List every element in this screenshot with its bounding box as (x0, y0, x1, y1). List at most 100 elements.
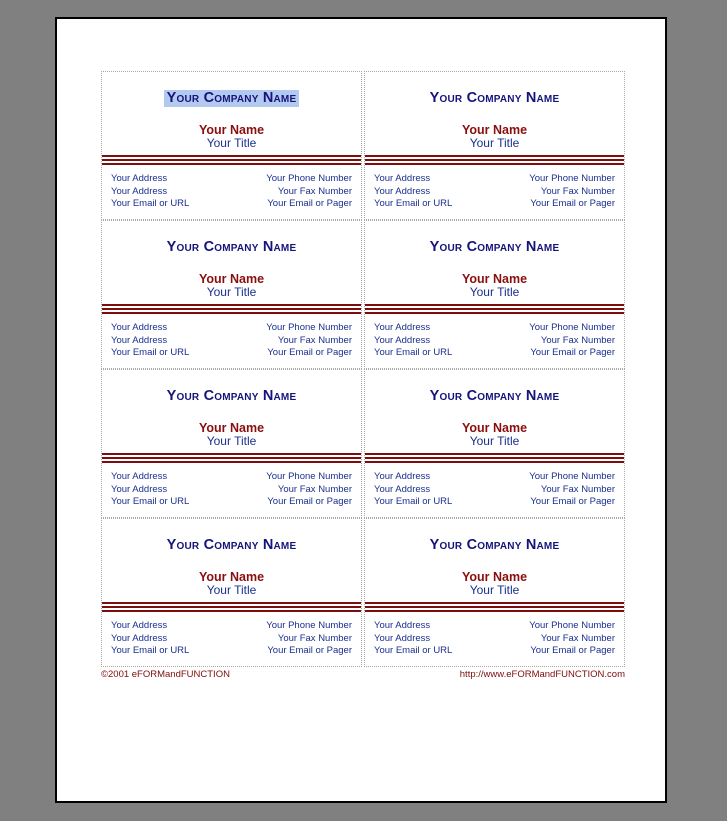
contact-line[interactable]: Your Phone Number (266, 322, 352, 335)
contact-line[interactable]: Your Address (374, 335, 452, 348)
divider-line (365, 163, 624, 165)
contact-line[interactable]: Your Phone Number (529, 620, 615, 633)
company-name-field[interactable]: Your Company Name (164, 537, 300, 554)
company-name-field[interactable]: Your Company Name (427, 90, 563, 107)
contact-line[interactable]: Your Phone Number (529, 173, 615, 186)
contact-line[interactable]: Your Address (111, 173, 189, 186)
contact-line[interactable]: Your Fax Number (266, 335, 352, 348)
contact-line[interactable]: Your Email or URL (374, 496, 452, 509)
contact-line[interactable]: Your Phone Number (266, 620, 352, 633)
company-name-field[interactable]: Your Company Name (427, 537, 563, 554)
business-card[interactable]: Your Company Name Your Name Your Title Your… (101, 220, 362, 369)
company-name-field[interactable]: Your Company Name (164, 388, 300, 405)
contact-line[interactable]: Your Fax Number (529, 633, 615, 646)
card-header-section: Your Company Name Your Name Your Title (365, 370, 624, 453)
contact-line[interactable]: Your Fax Number (266, 484, 352, 497)
contact-line[interactable]: Your Fax Number (529, 335, 615, 348)
divider-line (102, 461, 361, 463)
business-card[interactable]: Your Company Name Your Name Your Title Your… (101, 369, 362, 518)
company-name-field[interactable]: Your Company Name (427, 388, 563, 405)
contact-line[interactable]: Your Fax Number (266, 633, 352, 646)
contact-line[interactable]: Your Phone Number (266, 471, 352, 484)
business-card[interactable]: Your Company Name Your Name Your Title Your… (364, 518, 625, 667)
contact-line[interactable]: Your Address (374, 186, 452, 199)
person-name-field[interactable]: Your Name (102, 272, 361, 286)
contact-right-column: Your Phone Number Your Fax Number Your Ema… (266, 173, 352, 219)
person-name-field[interactable]: Your Name (365, 421, 624, 435)
footer-copyright: ©2001 eFORMandFUNCTION (101, 669, 230, 680)
person-name-field[interactable]: Your Name (365, 272, 624, 286)
contact-line[interactable]: Your Email or Pager (529, 496, 615, 509)
business-card[interactable]: Your Company Name Your Name Your Title Your… (364, 369, 625, 518)
card-contact-section: Your Address Your Address Your Email or UR… (365, 463, 624, 517)
divider-line (365, 308, 624, 310)
person-name-field[interactable]: Your Name (365, 570, 624, 584)
contact-line[interactable]: Your Email or Pager (266, 645, 352, 658)
company-name-field[interactable]: Your Company Name (427, 239, 563, 256)
person-name-field[interactable]: Your Name (102, 123, 361, 137)
contact-line[interactable]: Your Fax Number (529, 484, 615, 497)
contact-line[interactable]: Your Address (374, 633, 452, 646)
business-card[interactable]: Your Company Name Your Name Your Title Your… (364, 71, 625, 220)
contact-line[interactable]: Your Email or URL (374, 645, 452, 658)
contact-line[interactable]: Your Address (111, 484, 189, 497)
contact-right-column: Your Phone Number Your Fax Number Your Ema… (266, 322, 352, 368)
person-name-field[interactable]: Your Name (102, 570, 361, 584)
contact-line[interactable]: Your Phone Number (529, 471, 615, 484)
contact-line[interactable]: Your Fax Number (266, 186, 352, 199)
contact-line[interactable]: Your Email or URL (111, 347, 189, 360)
contact-line[interactable]: Your Email or Pager (529, 645, 615, 658)
business-card[interactable]: Your Company Name Your Name Your Title Your… (364, 220, 625, 369)
person-title-field[interactable]: Your Title (365, 434, 624, 448)
contact-line[interactable]: Your Email or Pager (266, 496, 352, 509)
contact-line[interactable]: Your Address (111, 633, 189, 646)
company-name-field[interactable]: Your Company Name (164, 239, 300, 256)
contact-line[interactable]: Your Email or URL (111, 198, 189, 211)
contact-line[interactable]: Your Address (111, 335, 189, 348)
divider-line (102, 602, 361, 604)
card-contact-section: Your Address Your Address Your Email or UR… (365, 314, 624, 368)
contact-line[interactable]: Your Email or URL (374, 347, 452, 360)
contact-line[interactable]: Your Email or URL (111, 645, 189, 658)
contact-line[interactable]: Your Phone Number (529, 322, 615, 335)
person-name-field[interactable]: Your Name (102, 421, 361, 435)
business-card[interactable]: Your Company Name Your Name Your Title Your… (101, 71, 362, 220)
person-name-field[interactable]: Your Name (365, 123, 624, 137)
contact-line[interactable]: Your Address (374, 484, 452, 497)
contact-line[interactable]: Your Email or Pager (529, 198, 615, 211)
contact-line[interactable]: Your Address (374, 471, 452, 484)
person-title-field[interactable]: Your Title (102, 583, 361, 597)
contact-line[interactable]: Your Phone Number (266, 173, 352, 186)
contact-right-column: Your Phone Number Your Fax Number Your Ema… (529, 322, 615, 368)
document-page: Your Company Name Your Name Your Title Your… (55, 17, 667, 803)
contact-line[interactable]: Your Email or Pager (266, 347, 352, 360)
contact-line[interactable]: Your Email or URL (374, 198, 452, 211)
contact-line[interactable]: Your Address (374, 322, 452, 335)
contact-right-column: Your Phone Number Your Fax Number Your Ema… (266, 620, 352, 666)
company-name-line: Your Company Name (365, 89, 624, 107)
company-name-field[interactable]: Your Company Name (163, 90, 300, 107)
card-divider-rule (365, 155, 624, 165)
contact-line[interactable]: Your Email or Pager (529, 347, 615, 360)
contact-line[interactable]: Your Address (374, 173, 452, 186)
contact-line[interactable]: Your Address (111, 620, 189, 633)
divider-line (102, 457, 361, 459)
contact-line[interactable]: Your Email or Pager (266, 198, 352, 211)
contact-right-column: Your Phone Number Your Fax Number Your Ema… (266, 471, 352, 517)
person-title-field[interactable]: Your Title (365, 285, 624, 299)
contact-line[interactable]: Your Fax Number (529, 186, 615, 199)
person-title-field[interactable]: Your Title (102, 136, 361, 150)
contact-left-column: Your Address Your Address Your Email or UR… (111, 173, 189, 219)
person-title-field[interactable]: Your Title (102, 285, 361, 299)
contact-line[interactable]: Your Address (374, 620, 452, 633)
person-title-field[interactable]: Your Title (102, 434, 361, 448)
contact-line[interactable]: Your Email or URL (111, 496, 189, 509)
contact-line[interactable]: Your Address (111, 186, 189, 199)
contact-line[interactable]: Your Address (111, 322, 189, 335)
person-title-field[interactable]: Your Title (365, 136, 624, 150)
footer-url[interactable]: http://www.eFORMandFUNCTION.com (460, 669, 625, 680)
card-divider-rule (102, 155, 361, 165)
contact-line[interactable]: Your Address (111, 471, 189, 484)
person-title-field[interactable]: Your Title (365, 583, 624, 597)
business-card[interactable]: Your Company Name Your Name Your Title Your… (101, 518, 362, 667)
